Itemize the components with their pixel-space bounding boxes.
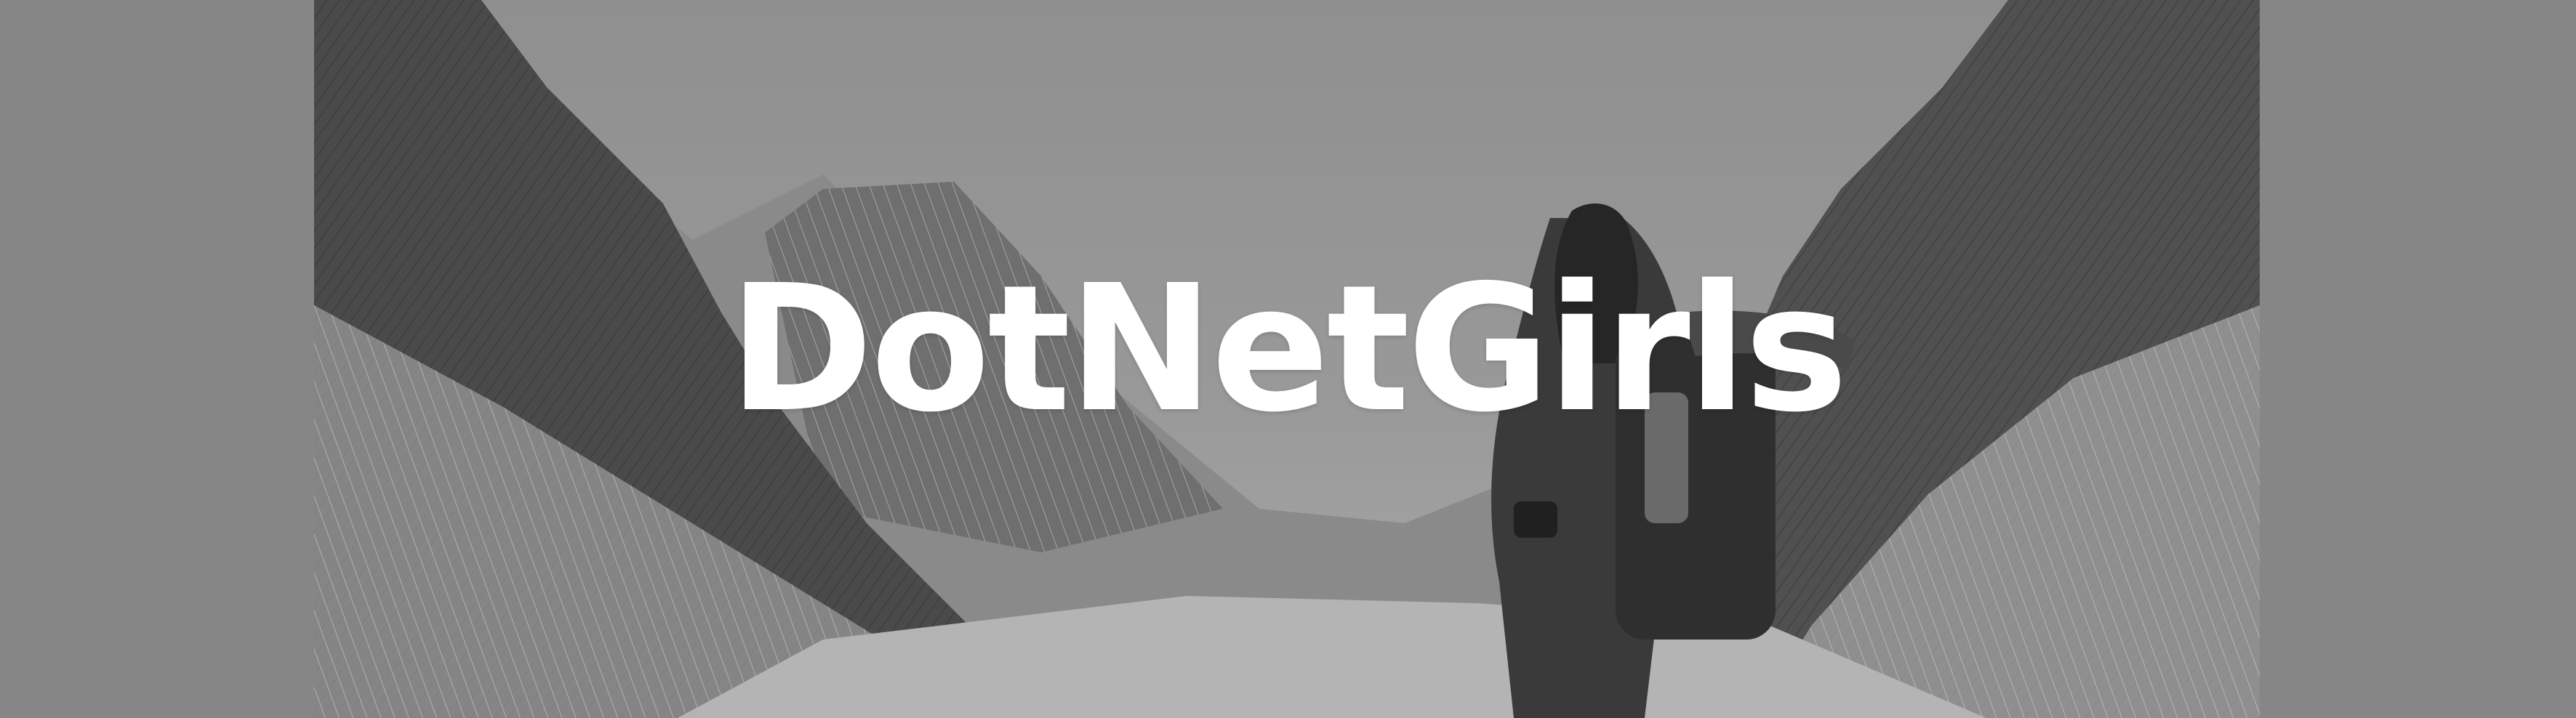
banner-title: DotNetGirls bbox=[729, 247, 1848, 451]
page: DotNetGirls bbox=[0, 0, 2576, 718]
banner-image: DotNetGirls bbox=[314, 0, 2260, 718]
camera bbox=[1514, 501, 1557, 538]
